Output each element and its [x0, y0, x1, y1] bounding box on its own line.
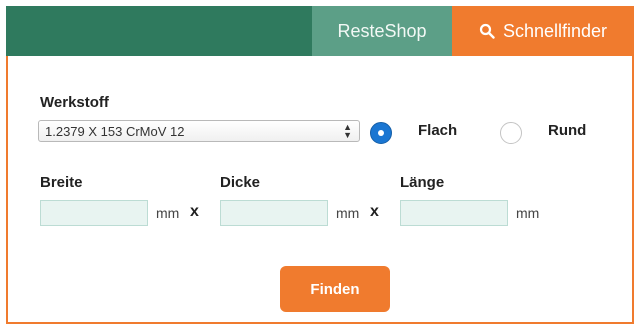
select-arrows-icon: ▲ ▼	[343, 122, 352, 140]
tab-schnellfinder[interactable]: Schnellfinder	[452, 6, 634, 56]
material-select[interactable]: 1.2379 X 153 CrMoV 12 ▲ ▼	[38, 120, 360, 142]
search-icon	[479, 23, 495, 39]
finden-button-label: Finden	[310, 280, 360, 298]
radio-flach[interactable]	[370, 122, 392, 144]
times-sign: x	[370, 203, 379, 220]
finden-button[interactable]: Finden	[280, 266, 390, 312]
tab-resteshop-label: ResteShop	[337, 20, 427, 41]
tab-schnellfinder-label: Schnellfinder	[502, 20, 608, 41]
breite-unit: mm	[156, 205, 180, 221]
dicke-unit: mm	[336, 205, 360, 221]
breite-input[interactable]	[40, 200, 148, 226]
laenge-input[interactable]	[400, 200, 508, 226]
dicke-label: Dicke	[220, 174, 261, 191]
tab-resteshop[interactable]: ResteShop	[312, 6, 452, 56]
laenge-label: Länge	[400, 174, 445, 191]
breite-label: Breite	[40, 174, 83, 191]
material-label: Werkstoff	[40, 94, 109, 111]
radio-flach-label: Flach	[418, 122, 458, 139]
radio-rund-label: Rund	[548, 122, 587, 139]
material-select-value: 1.2379 X 153 CrMoV 12	[45, 124, 185, 139]
times-sign: x	[190, 203, 199, 220]
radio-rund[interactable]	[500, 122, 522, 144]
laenge-unit: mm	[516, 205, 540, 221]
header-bar: ResteShop Schnellfinder	[6, 6, 634, 56]
dicke-input[interactable]	[220, 200, 328, 226]
